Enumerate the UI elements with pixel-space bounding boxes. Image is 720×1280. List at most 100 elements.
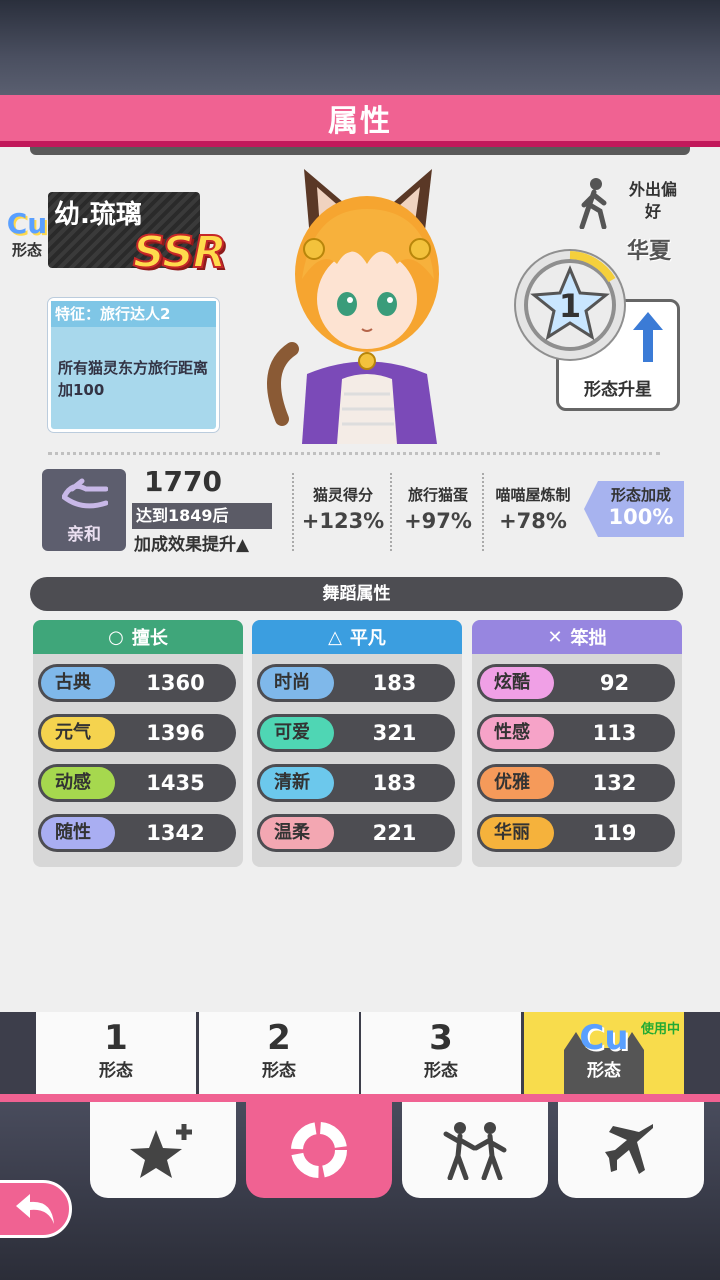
form-tab-cu[interactable]: 使用中 Cu 形态 [524, 1012, 684, 1094]
back-arrow-icon [16, 1194, 54, 1224]
dance-column-good: ○ 擅长 古典 1360 元气 1396 动感 1435 随性 1342 [33, 620, 243, 867]
type-badge-label: 形态 [11, 241, 42, 259]
dance-icon [443, 1122, 507, 1180]
affinity-value: 1770 [144, 465, 222, 498]
form-tab-1[interactable]: 1 形态 [36, 1012, 196, 1094]
stat-value: +123% [301, 509, 385, 533]
affinity-threshold: 达到1849后 [132, 503, 272, 529]
star-level-ring: 1 [514, 249, 626, 361]
dance-style-value: 113 [592, 721, 637, 745]
dance-row: 清新 183 [257, 764, 455, 802]
airplane-icon [605, 1124, 655, 1174]
divider [482, 473, 484, 551]
form-tab-label: 形态 [262, 1061, 296, 1081]
panel-divider [30, 147, 690, 155]
form-tab-label: 形态 [424, 1061, 458, 1081]
dance-style-value: 119 [592, 821, 637, 845]
dance-row: 温柔 221 [257, 814, 455, 852]
feature-description: 所有猫灵东方旅行距离加100 [58, 359, 209, 399]
column-header: △ 平凡 [252, 620, 462, 654]
affinity-icon-box: 亲和 [42, 469, 126, 551]
dance-style-label: 古典 [41, 667, 115, 699]
affinity-label: 亲和 [67, 525, 101, 545]
dance-row: 动感 1435 [38, 764, 236, 802]
dance-row: 优雅 132 [477, 764, 675, 802]
title-bar: 属性 [0, 95, 720, 147]
form-tab-number: Cu [579, 1018, 629, 1058]
nav-dance[interactable] [402, 1102, 548, 1198]
dance-style-label: 炫酷 [480, 667, 554, 699]
dance-style-label: 华丽 [480, 817, 554, 849]
column-header: ○ 擅长 [33, 620, 243, 654]
stat-label: 猫灵得分 [312, 486, 373, 504]
form-tab-label: 形态 [587, 1061, 621, 1081]
dance-column-poor: ✕ 笨拙 炫酷 92 性感 113 优雅 132 华丽 119 [472, 620, 682, 867]
type-badge-text: Cu [6, 207, 48, 240]
stat-travel-egg: 旅行猫蛋 +97% [396, 484, 480, 533]
outing-preference-label: 外出偏好 [628, 180, 677, 221]
dance-row: 炫酷 92 [477, 664, 675, 702]
dance-style-value: 1342 [146, 821, 205, 845]
dance-style-value: 1396 [146, 721, 205, 745]
star-plus-icon [130, 1124, 192, 1178]
dance-style-label: 元气 [41, 717, 115, 749]
type-badge: Cu 形态 [6, 209, 48, 260]
form-tab-number: 3 [429, 1018, 453, 1058]
dance-style-label: 随性 [41, 817, 115, 849]
rarity-badge: SSR [132, 226, 228, 279]
divider [390, 473, 392, 551]
form-bonus-label: 形态加成 [610, 486, 671, 504]
back-button[interactable] [0, 1180, 72, 1238]
dance-style-label: 优雅 [480, 767, 554, 799]
form-tab-number: 1 [104, 1018, 128, 1058]
dance-style-label: 动感 [41, 767, 115, 799]
column-header: ✕ 笨拙 [472, 620, 682, 654]
circle-icon: ○ [108, 626, 124, 648]
dance-row: 古典 1360 [38, 664, 236, 702]
dance-style-value: 183 [372, 771, 417, 795]
accent-line [0, 1094, 720, 1102]
page-title: 属性 [328, 104, 392, 139]
dance-row: 可爱 321 [257, 714, 455, 752]
star-up-label: 形态升星 [584, 380, 652, 400]
arrow-up-icon [633, 312, 663, 362]
dance-style-label: 温柔 [260, 817, 334, 849]
divider [292, 473, 294, 551]
cross-icon: ✕ [547, 626, 563, 648]
dance-style-value: 221 [372, 821, 417, 845]
nav-travel[interactable] [558, 1102, 704, 1198]
affinity-boost-text: 加成效果提升▲ [134, 535, 250, 555]
walking-person-icon [579, 178, 607, 229]
form-tab-2[interactable]: 2 形态 [199, 1012, 359, 1094]
triangle-icon: △ [328, 626, 342, 648]
dance-style-label: 性感 [480, 717, 554, 749]
dance-column-average: △ 平凡 时尚 183 可爱 321 清新 183 温柔 221 [252, 620, 462, 867]
nav-star-up[interactable] [90, 1102, 236, 1198]
dance-style-label: 时尚 [260, 667, 334, 699]
dance-style-value: 92 [599, 671, 630, 695]
stat-label: 旅行猫蛋 [407, 486, 468, 504]
dance-style-value: 1435 [146, 771, 205, 795]
form-tab-number: 2 [267, 1018, 291, 1058]
stat-value: +97% [404, 509, 472, 533]
column-title: 擅长 [131, 628, 168, 649]
column-title: 平凡 [349, 628, 386, 649]
form-bonus-badge: 形态加成 100% [584, 481, 684, 537]
form-tab-3[interactable]: 3 形态 [361, 1012, 521, 1094]
stat-label: 喵喵屋炼制 [495, 486, 571, 504]
dance-row: 元气 1396 [38, 714, 236, 752]
background-scene [0, 0, 720, 95]
divider [48, 452, 660, 455]
stat-value: +78% [499, 509, 567, 533]
dance-style-value: 321 [372, 721, 417, 745]
dance-row: 随性 1342 [38, 814, 236, 852]
dance-attributes-header: 舞蹈属性 [30, 577, 683, 611]
character-name: 幼.琉璃 [54, 200, 142, 230]
donut-chart-icon [291, 1122, 347, 1178]
feature-card: 特征：旅行达人2 所有猫灵东方旅行距离加100 [48, 298, 219, 432]
handshake-icon [62, 478, 108, 509]
dance-style-label: 可爱 [260, 717, 334, 749]
dance-row: 时尚 183 [257, 664, 455, 702]
nav-attributes[interactable] [246, 1102, 392, 1198]
star-level: 1 [559, 287, 581, 325]
